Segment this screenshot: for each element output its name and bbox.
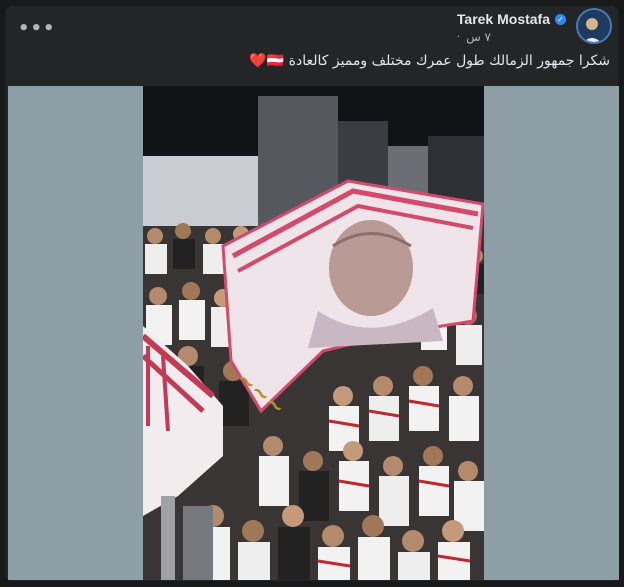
more-options-button[interactable]: ••• <box>18 16 55 44</box>
avatar[interactable] <box>576 8 612 44</box>
post-caption: شكرا جمهور الزمالك طول عمرك مختلف ومميز … <box>249 53 610 69</box>
verified-badge-icon: ✓ <box>555 13 566 25</box>
post-timestamp[interactable]: ٧ س <box>466 30 491 44</box>
audience-globe-icon: · <box>456 31 461 43</box>
post-photo[interactable]: ~~~ <box>143 86 484 580</box>
author-name[interactable]: Tarek Mostafa <box>457 11 550 27</box>
post-meta: Tarek Mostafa ✓ ٧ س · <box>457 11 566 44</box>
